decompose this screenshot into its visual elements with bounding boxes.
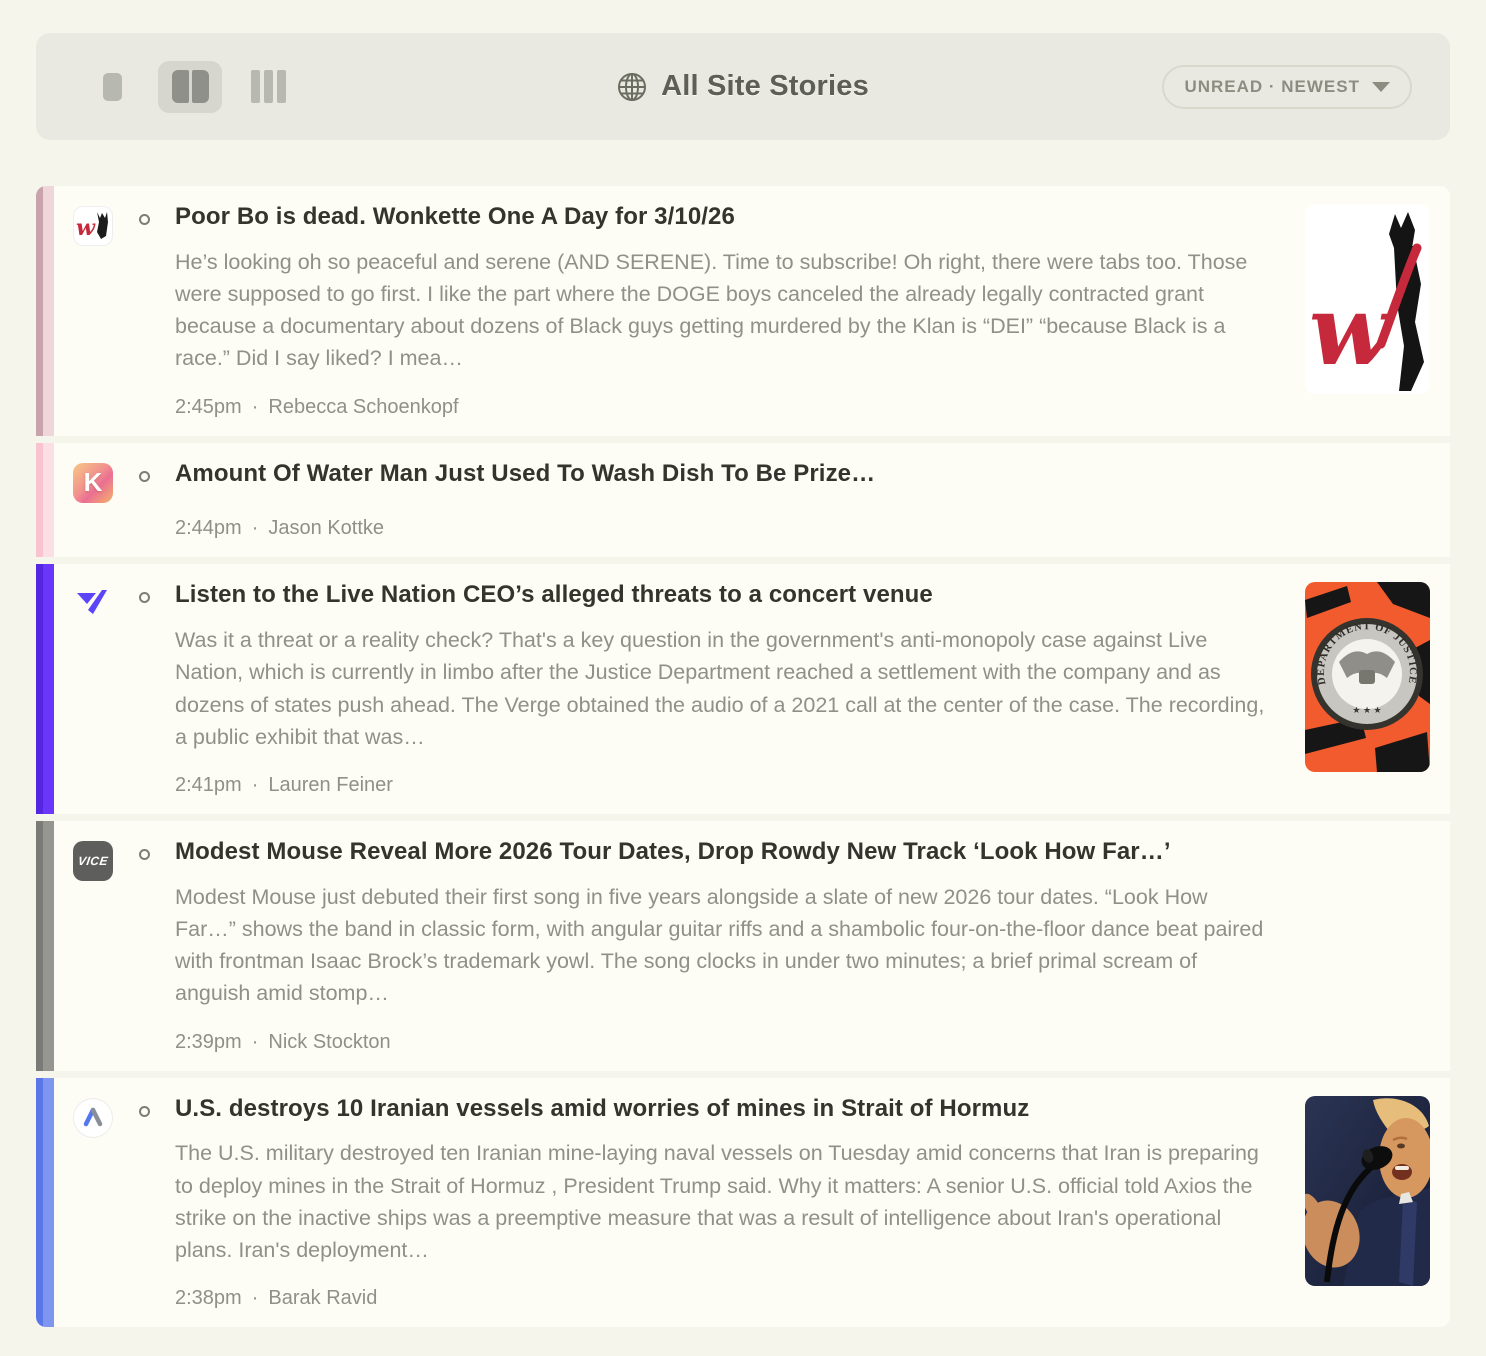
story-author: Jason Kottke bbox=[268, 517, 384, 540]
meta-dot: · bbox=[252, 774, 259, 797]
story-meta: 2:45pm · Rebecca Schoenkopf bbox=[175, 396, 1287, 419]
story-title: Amount Of Water Man Just Used To Wash Di… bbox=[175, 458, 1250, 490]
unread-indicator bbox=[139, 1106, 150, 1117]
meta-dot: · bbox=[252, 517, 259, 540]
story-meta: 2:39pm · Nick Stockton bbox=[175, 1031, 1430, 1054]
story-author: Rebecca Schoenkopf bbox=[268, 396, 458, 419]
story-summary: Was it a threat or a reality check? That… bbox=[175, 624, 1265, 753]
wonkette-favicon: w bbox=[73, 206, 113, 246]
story-summary: The U.S. military destroyed ten Iranian … bbox=[175, 1137, 1265, 1266]
story-title: U.S. destroys 10 Iranian vessels amid wo… bbox=[175, 1093, 1250, 1125]
verge-favicon bbox=[73, 584, 113, 624]
story-title: Listen to the Live Nation CEO’s alleged … bbox=[175, 579, 1250, 611]
story-meta: 2:38pm · Barak Ravid bbox=[175, 1287, 1287, 1310]
svg-text:w: w bbox=[76, 215, 96, 241]
story-thumbnail-trump-photo bbox=[1305, 1096, 1430, 1286]
axios-favicon bbox=[73, 1098, 113, 1138]
filter-dropdown[interactable]: UNREAD · NEWEST bbox=[1162, 65, 1412, 109]
unread-indicator bbox=[139, 849, 150, 860]
view-list-button[interactable] bbox=[80, 61, 144, 113]
view-split-button[interactable] bbox=[158, 61, 222, 113]
view-mode-toggles bbox=[80, 61, 300, 113]
story-title: Modest Mouse Reveal More 2026 Tour Dates… bbox=[175, 836, 1205, 868]
story-row-kottke[interactable]: K Amount Of Water Man Just Used To Wash … bbox=[36, 443, 1450, 558]
three-column-icon bbox=[251, 70, 286, 103]
vice-favicon: VICE bbox=[73, 841, 113, 881]
filter-dropdown-label: UNREAD · NEWEST bbox=[1184, 77, 1360, 97]
story-time: 2:45pm bbox=[175, 396, 242, 419]
unread-indicator bbox=[139, 471, 150, 482]
toolbar: All Site Stories UNREAD · NEWEST bbox=[36, 33, 1450, 140]
story-meta: 2:44pm · Jason Kottke bbox=[175, 517, 1430, 540]
feed-accent-bar bbox=[36, 443, 54, 558]
story-row-axios[interactable]: U.S. destroys 10 Iranian vessels amid wo… bbox=[36, 1078, 1450, 1328]
story-meta: 2:41pm · Lauren Feiner bbox=[175, 774, 1287, 797]
single-column-icon bbox=[103, 73, 122, 101]
unread-indicator bbox=[139, 592, 150, 603]
story-author: Nick Stockton bbox=[268, 1031, 390, 1054]
chevron-down-icon bbox=[1372, 82, 1390, 92]
unread-indicator bbox=[139, 214, 150, 225]
story-author: Barak Ravid bbox=[268, 1287, 377, 1310]
split-view-icon bbox=[172, 70, 209, 103]
story-list: w Poor Bo is dead. Wonkette One A Day fo… bbox=[36, 186, 1450, 1327]
story-row-vice[interactable]: VICE Modest Mouse Reveal More 2026 Tour … bbox=[36, 821, 1450, 1071]
story-thumbnail-wonkette: w bbox=[1305, 204, 1430, 394]
meta-dot: · bbox=[252, 1287, 259, 1310]
story-summary: Modest Mouse just debuted their first so… bbox=[175, 881, 1265, 1010]
meta-dot: · bbox=[252, 1031, 259, 1054]
kottke-favicon: K bbox=[73, 463, 113, 503]
story-row-wonkette[interactable]: w Poor Bo is dead. Wonkette One A Day fo… bbox=[36, 186, 1450, 436]
story-title: Poor Bo is dead. Wonkette One A Day for … bbox=[175, 201, 1250, 233]
meta-dot: · bbox=[252, 396, 259, 419]
feed-accent-bar bbox=[36, 821, 54, 1071]
story-thumbnail-doj-seal: DEPARTMENT OF JUSTICE ★ ★ ★ bbox=[1305, 582, 1430, 772]
feed-accent-bar bbox=[36, 186, 54, 436]
story-author: Lauren Feiner bbox=[268, 774, 393, 797]
feed-accent-bar bbox=[36, 1078, 54, 1328]
svg-text:★ ★ ★: ★ ★ ★ bbox=[1352, 705, 1381, 715]
svg-text:w: w bbox=[1309, 274, 1395, 387]
story-row-verge[interactable]: Listen to the Live Nation CEO’s alleged … bbox=[36, 564, 1450, 814]
story-time: 2:38pm bbox=[175, 1287, 242, 1310]
story-summary: He’s looking oh so peaceful and serene (… bbox=[175, 246, 1265, 375]
globe-icon bbox=[617, 72, 647, 102]
story-time: 2:41pm bbox=[175, 774, 242, 797]
story-time: 2:39pm bbox=[175, 1031, 242, 1054]
feed-accent-bar bbox=[36, 564, 54, 814]
story-time: 2:44pm bbox=[175, 517, 242, 540]
page-title: All Site Stories bbox=[661, 70, 869, 103]
view-grid-button[interactable] bbox=[236, 61, 300, 113]
